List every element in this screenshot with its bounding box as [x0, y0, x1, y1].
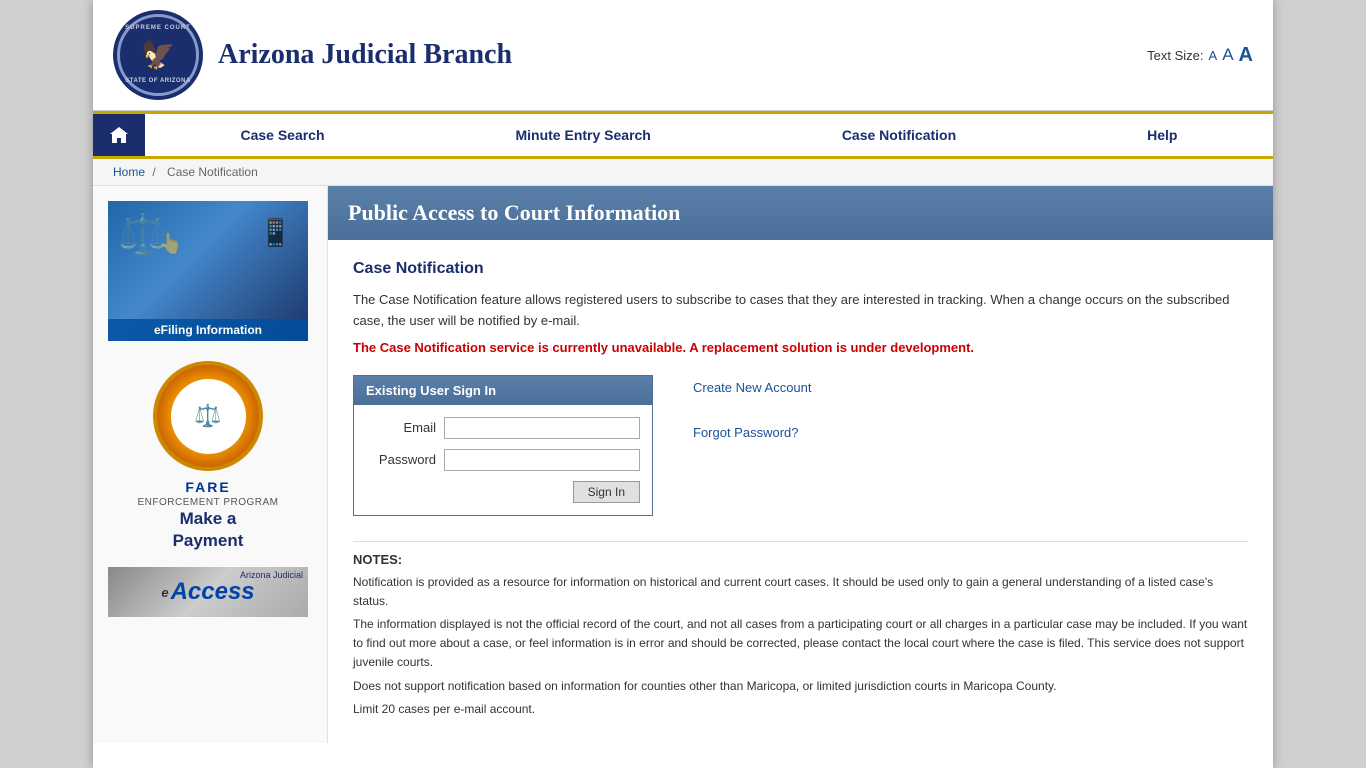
nav-item-help[interactable]: Help: [1117, 117, 1207, 153]
signin-header: Existing User Sign In: [354, 376, 652, 405]
notes-section: NOTES: Notification is provided as a res…: [353, 541, 1248, 719]
breadcrumb-current: Case Notification: [167, 165, 258, 179]
fare-label: FARE: [108, 479, 308, 495]
home-icon: [109, 125, 129, 145]
note-4: Limit 20 cases per e-mail account.: [353, 700, 1248, 719]
text-size-label: Text Size:: [1147, 48, 1203, 63]
logo-text-top: SUPREME COURT: [125, 25, 191, 32]
logo-text-bottom: STATE OF ARIZONA: [125, 78, 191, 85]
password-row: Password: [366, 449, 640, 471]
breadcrumb: Home / Case Notification: [93, 159, 1273, 186]
text-size-controls: Text Size: A A A: [1147, 44, 1253, 67]
create-account-link[interactable]: Create New Account: [693, 380, 812, 395]
eaccess-box[interactable]: Arizona Judicial e Access: [108, 567, 308, 617]
content-inner: Case Notification The Case Notification …: [328, 240, 1273, 743]
signin-box: Existing User Sign In Email Password: [353, 375, 653, 516]
breadcrumb-home[interactable]: Home: [113, 165, 145, 179]
password-input[interactable]: [444, 449, 640, 471]
nav-items: Case Search Minute Entry Search Case Not…: [145, 117, 1273, 153]
eaccess-az-label: Arizona Judicial: [240, 570, 303, 580]
nav-item-minute-entry[interactable]: Minute Entry Search: [485, 117, 680, 153]
side-links: Create New Account Forgot Password?: [693, 375, 812, 440]
note-1: Notification is provided as a resource f…: [353, 573, 1248, 611]
email-input[interactable]: [444, 417, 640, 439]
efiling-banner[interactable]: ⚖️ 📱 👆 eFiling Information: [108, 201, 308, 341]
header: 🦅 SUPREME COURT STATE OF ARIZONA Arizona…: [93, 0, 1273, 111]
site-logo: 🦅 SUPREME COURT STATE OF ARIZONA: [113, 10, 203, 100]
signin-area: Existing User Sign In Email Password: [353, 375, 1248, 516]
signin-button[interactable]: Sign In: [573, 481, 640, 503]
text-size-large-button[interactable]: A: [1239, 44, 1253, 67]
content-area: Public Access to Court Information Case …: [328, 186, 1273, 743]
fare-circle: ⚖️: [153, 361, 263, 471]
main-content: ⚖️ 📱 👆 eFiling Information ⚖️ FARE ENFOR…: [93, 186, 1273, 743]
notes-title: NOTES:: [353, 552, 1248, 567]
unavailable-notice: The Case Notification service is current…: [353, 340, 1248, 355]
email-row: Email: [366, 417, 640, 439]
page-banner: Public Access to Court Information: [328, 186, 1273, 240]
efile-icon: 📱: [258, 216, 293, 249]
signin-btn-row: Sign In: [366, 481, 640, 503]
description-text-1: The Case Notification feature allows reg…: [353, 290, 1248, 332]
eaccess-e-icon: e: [161, 585, 168, 600]
eaccess-script: Access: [171, 578, 255, 605]
nav-item-case-notification[interactable]: Case Notification: [812, 117, 986, 153]
text-size-small-button[interactable]: A: [1209, 48, 1218, 63]
section-title: Case Notification: [353, 260, 1248, 278]
forgot-password-link[interactable]: Forgot Password?: [693, 425, 812, 440]
note-3: Does not support notification based on i…: [353, 677, 1248, 696]
nav-item-case-search[interactable]: Case Search: [210, 117, 354, 153]
header-left: 🦅 SUPREME COURT STATE OF ARIZONA Arizona…: [113, 10, 512, 100]
breadcrumb-separator: /: [152, 165, 155, 179]
email-label: Email: [366, 420, 436, 435]
nav-bar: Case Search Minute Entry Search Case Not…: [93, 111, 1273, 159]
efiling-label: eFiling Information: [108, 319, 308, 341]
text-size-medium-button[interactable]: A: [1222, 45, 1233, 65]
site-title: Arizona Judicial Branch: [218, 39, 512, 71]
fare-box[interactable]: ⚖️ FARE ENFORCEMENT PROGRAM Make a Payme…: [108, 361, 308, 552]
page-banner-title: Public Access to Court Information: [348, 200, 680, 225]
signin-body: Email Password Sign In: [354, 405, 652, 515]
note-2: The information displayed is not the off…: [353, 615, 1248, 673]
nav-home-button[interactable]: [93, 114, 145, 156]
password-label: Password: [366, 452, 436, 467]
sidebar: ⚖️ 📱 👆 eFiling Information ⚖️ FARE ENFOR…: [93, 186, 328, 743]
eaccess-label: Access: [171, 578, 255, 606]
efile-cursor-icon: 👆: [158, 231, 183, 256]
fare-scales-icon: ⚖️: [194, 403, 221, 429]
fare-subtitle: ENFORCEMENT PROGRAM: [108, 497, 308, 508]
make-payment-title: Make a Payment: [108, 508, 308, 552]
